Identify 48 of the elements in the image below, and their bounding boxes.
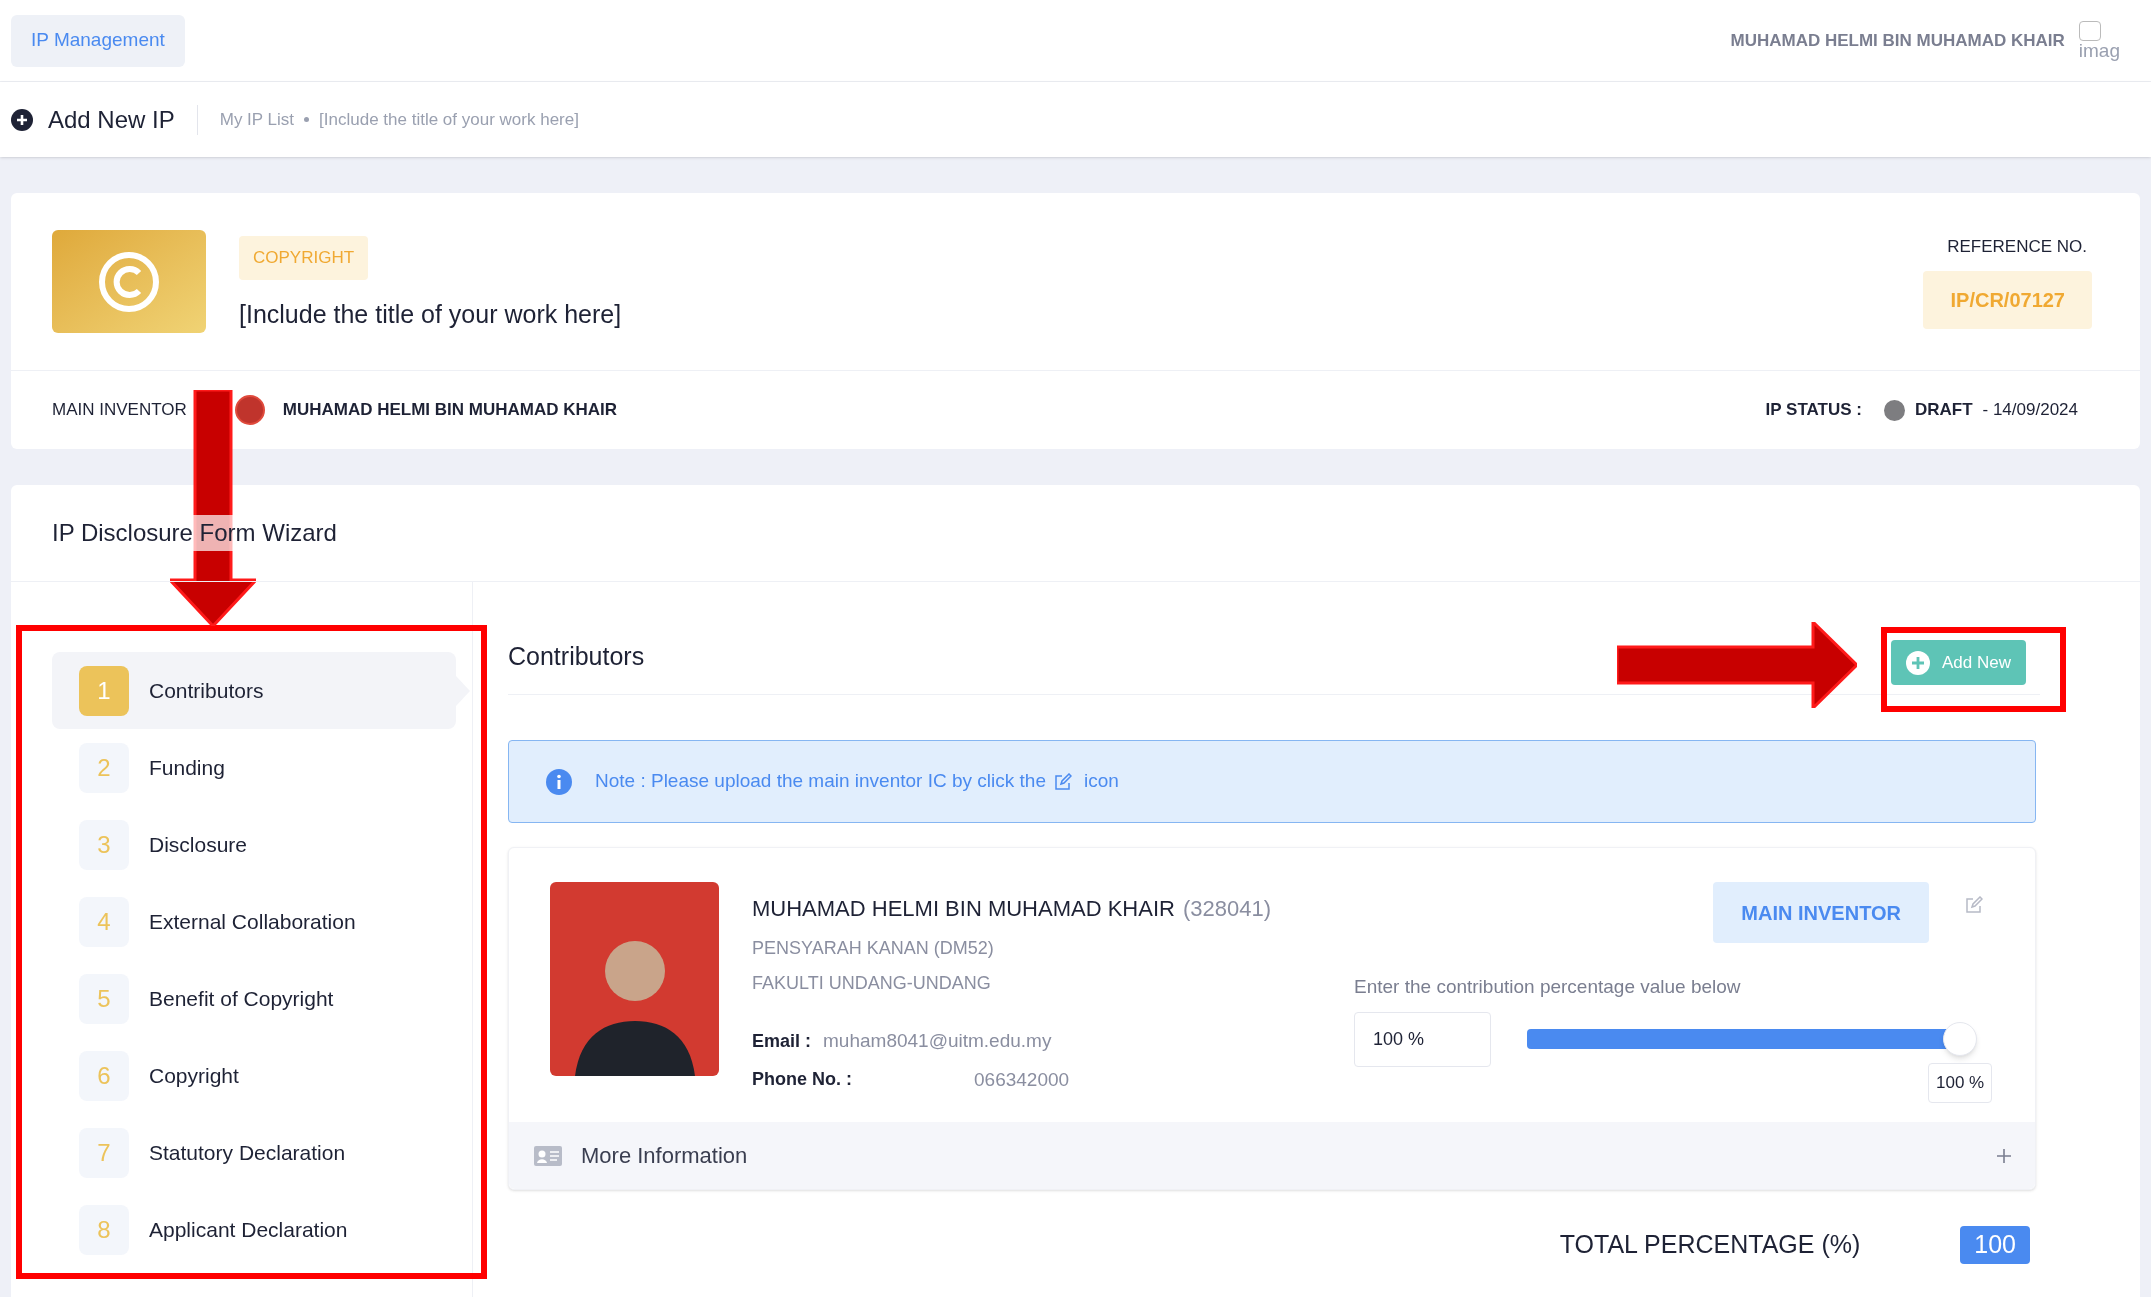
wizard-step[interactable]: 2 Funding <box>52 729 456 806</box>
wizard-step[interactable]: 5 Benefit of Copyright <box>52 960 456 1037</box>
main-inventor-label: MAIN INVENTOR <box>52 399 187 422</box>
info-icon <box>546 768 572 795</box>
slider-tooltip: 100 % <box>1928 1063 1993 1103</box>
phone: 066342000 <box>974 1067 1070 1092</box>
total-percentage-value: 100 <box>1960 1226 2030 1264</box>
id-card-icon <box>533 1144 563 1167</box>
wizard-step[interactable]: 3 Disclosure <box>52 806 456 883</box>
note-text: Note : Please upload the main inventor IC by click the <box>595 769 1046 794</box>
phone-label: Phone No. : <box>752 1068 853 1092</box>
main-inventor-name: MUHAMAD HELMI BIN MUHAMAD KHAIR <box>282 399 618 422</box>
copyright-badge: COPYRIGHT <box>239 236 369 280</box>
wizard-title: IP Disclosure Form Wizard <box>52 515 337 551</box>
wizard-step[interactable]: 8 Applicant Declaration <box>52 1191 456 1268</box>
avatar <box>234 395 265 425</box>
faculty: FAKULTI UNDANG-UNDANG <box>752 972 992 995</box>
copyright-icon <box>98 250 160 313</box>
status-label: IP STATUS : <box>1765 399 1862 422</box>
wizard-step[interactable]: 7 Statutory Declaration <box>52 1114 456 1191</box>
note-text-suffix: icon <box>1083 769 1119 794</box>
more-information-row[interactable]: More Information <box>509 1122 2035 1189</box>
percentage-input[interactable]: 100 % <box>1354 1011 1491 1067</box>
contributor-name: MUHAMAD HELMI BIN MUHAMAD KHAIR <box>752 895 1175 923</box>
page-title: Add New IP <box>48 104 175 135</box>
email: muham8041@uitm.edu.my <box>823 1029 1052 1053</box>
email-label: Email : <box>752 1029 812 1053</box>
reference-number-badge: IP/CR/07127 <box>1923 271 2092 330</box>
add-circle-icon <box>1906 650 1930 675</box>
slider-thumb[interactable] <box>1943 1022 1977 1056</box>
status-date: - 14/09/2024 <box>1982 399 2078 422</box>
user-name: MUHAMAD HELMI BIN MUHAMAD KHAIR <box>1730 29 2065 52</box>
position: PENSYARAH KANAN (DM52) <box>752 937 995 960</box>
ip-title: [Include the title of your work here] <box>239 298 622 330</box>
edit-icon[interactable] <box>1965 896 1983 914</box>
main-inventor-badge: MAIN INVENTOR <box>1713 882 1929 943</box>
total-percentage-label: TOTAL PERCENTAGE (%) <box>1559 1229 1861 1261</box>
breadcrumb-item: [Include the title of your work here] <box>319 108 579 131</box>
add-circle-icon <box>11 108 33 131</box>
percentage-prompt: Enter the contribution percentage value below <box>1354 975 1742 999</box>
section-heading: Contributors <box>508 640 645 672</box>
status-text: DRAFT <box>1914 399 1973 422</box>
staff-id: (328041) <box>1182 895 1271 923</box>
plus-icon <box>1997 1148 2011 1163</box>
reference-label: REFERENCE NO. <box>1947 235 2088 258</box>
wizard-step[interactable]: 4 External Collaboration <box>52 883 456 960</box>
edit-icon <box>1053 772 1072 791</box>
wizard-step[interactable]: 6 Copyright <box>52 1037 456 1114</box>
